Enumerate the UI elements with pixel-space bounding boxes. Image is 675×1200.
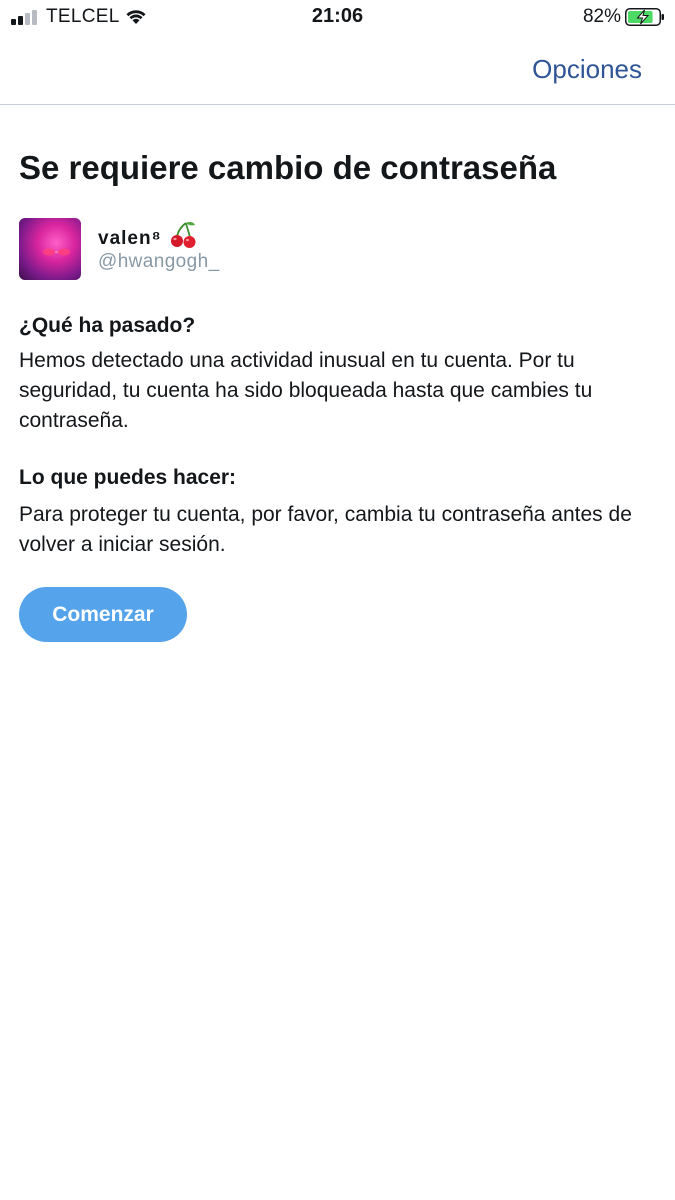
page-title: Se requiere cambio de contraseña — [19, 149, 557, 186]
battery-percentage: 82% — [582, 6, 621, 27]
display-name: valen⁸ — [98, 220, 198, 250]
start-button[interactable]: Comenzar — [19, 587, 187, 642]
account-profile: valen⁸ @hwangogh_ — [19, 218, 419, 280]
avatar-glasses-shape — [43, 248, 70, 256]
what-you-can-do-text: Para proteger tu cuenta, por favor, camb… — [19, 503, 632, 556]
what-you-can-do-heading: Lo que puedes hacer: — [19, 466, 237, 489]
avatar — [19, 218, 81, 280]
options-button[interactable]: Opciones — [532, 54, 642, 85]
battery-charging-icon — [625, 8, 664, 26]
status-time: 21:06 — [311, 5, 364, 27]
display-name-text: valen⁸ — [98, 228, 162, 249]
what-happened-heading: ¿Qué ha pasado? — [19, 314, 196, 337]
status-bar: TELCEL 21:06 82% — [0, 0, 675, 34]
top-navigation-bar: Opciones — [0, 34, 675, 105]
what-happened-text: Hemos detectado una actividad inusual en… — [19, 349, 593, 432]
account-handle: @hwangogh_ — [98, 251, 220, 272]
cherry-icon — [170, 221, 196, 248]
